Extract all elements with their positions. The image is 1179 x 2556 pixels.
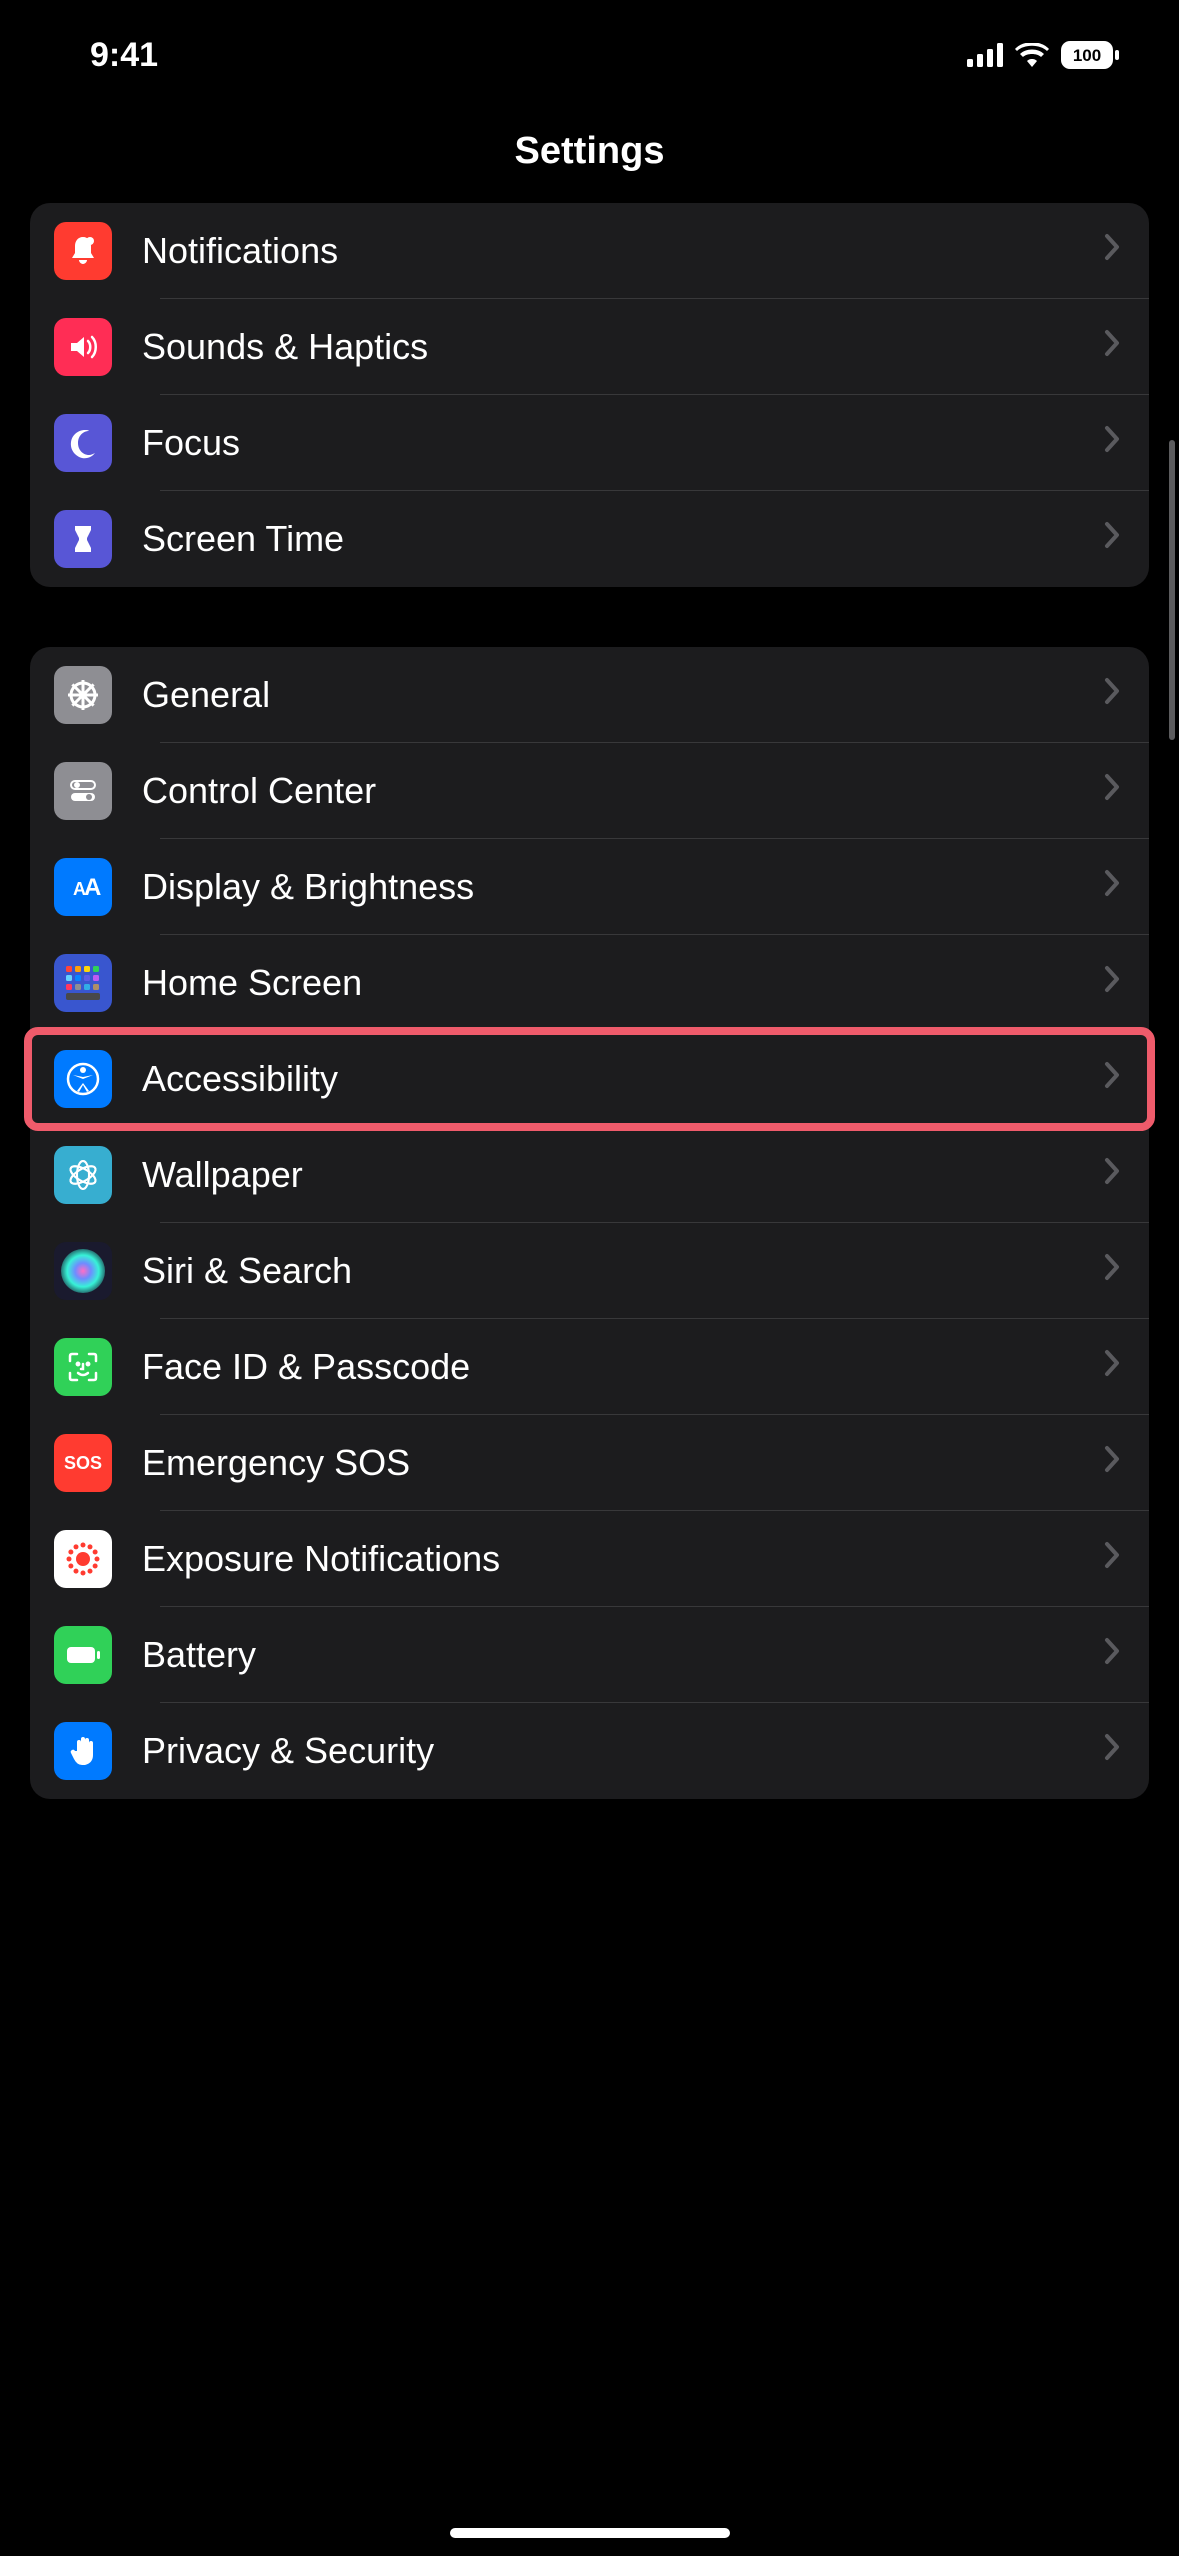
row-label: General <box>142 674 1103 716</box>
status-time: 9:41 <box>90 36 158 75</box>
chevron-right-icon <box>1103 1348 1121 1386</box>
siri-search-icon <box>54 1242 112 1300</box>
chevron-right-icon <box>1103 1060 1121 1098</box>
accessibility-icon <box>54 1050 112 1108</box>
settings-row-general[interactable]: General <box>30 647 1149 743</box>
chevron-right-icon <box>1103 520 1121 558</box>
screen-time-icon <box>54 510 112 568</box>
wifi-icon <box>1015 43 1049 67</box>
row-label: Battery <box>142 1634 1103 1676</box>
row-label: Siri & Search <box>142 1250 1103 1292</box>
row-label: Notifications <box>142 230 1103 272</box>
svg-text:100: 100 <box>1073 46 1101 65</box>
settings-row-emergency-sos[interactable]: SOS Emergency SOS <box>30 1415 1149 1511</box>
privacy-security-icon <box>54 1722 112 1780</box>
chevron-right-icon <box>1103 1732 1121 1770</box>
settings-row-exposure-notifications[interactable]: Exposure Notifications <box>30 1511 1149 1607</box>
row-label: Face ID & Passcode <box>142 1346 1103 1388</box>
focus-icon <box>54 414 112 472</box>
home-indicator[interactable] <box>450 2528 730 2538</box>
chevron-right-icon <box>1103 1636 1121 1674</box>
chevron-right-icon <box>1103 424 1121 462</box>
page-title: Settings <box>0 130 1179 173</box>
svg-text:A: A <box>84 874 101 901</box>
emergency-sos-icon: SOS <box>54 1434 112 1492</box>
wallpaper-icon <box>54 1146 112 1204</box>
chevron-right-icon <box>1103 772 1121 810</box>
row-label: Accessibility <box>142 1058 1103 1100</box>
svg-text:SOS: SOS <box>64 1453 102 1473</box>
row-label: Display & Brightness <box>142 866 1103 908</box>
settings-row-privacy-security[interactable]: Privacy & Security <box>30 1703 1149 1799</box>
chevron-right-icon <box>1103 328 1121 366</box>
settings-row-wallpaper[interactable]: Wallpaper <box>30 1127 1149 1223</box>
settings-row-focus[interactable]: Focus <box>30 395 1149 491</box>
row-label: Focus <box>142 422 1103 464</box>
settings-row-battery[interactable]: Battery <box>30 1607 1149 1703</box>
settings-row-siri-search[interactable]: Siri & Search <box>30 1223 1149 1319</box>
group-general: General Control Center AA Display & Brightn… <box>30 647 1149 1799</box>
settings-row-screen-time[interactable]: Screen Time <box>30 491 1149 587</box>
display-brightness-icon: AA <box>54 858 112 916</box>
row-label: Exposure Notifications <box>142 1538 1103 1580</box>
chevron-right-icon <box>1103 1156 1121 1194</box>
settings-row-display-brightness[interactable]: AA Display & Brightness <box>30 839 1149 935</box>
status-bar: 9:41 100 <box>0 0 1179 110</box>
chevron-right-icon <box>1103 1540 1121 1578</box>
battery-icon: 100 <box>1061 41 1119 69</box>
chevron-right-icon <box>1103 232 1121 270</box>
settings-row-faceid-passcode[interactable]: Face ID & Passcode <box>30 1319 1149 1415</box>
settings-row-control-center[interactable]: Control Center <box>30 743 1149 839</box>
faceid-passcode-icon <box>54 1338 112 1396</box>
row-label: Control Center <box>142 770 1103 812</box>
settings-row-notifications[interactable]: Notifications <box>30 203 1149 299</box>
settings-row-accessibility[interactable]: Accessibility <box>30 1031 1149 1127</box>
notifications-icon <box>54 222 112 280</box>
chevron-right-icon <box>1103 964 1121 1002</box>
chevron-right-icon <box>1103 1444 1121 1482</box>
row-label: Screen Time <box>142 518 1103 560</box>
settings-row-sounds-haptics[interactable]: Sounds & Haptics <box>30 299 1149 395</box>
settings-row-home-screen[interactable]: Home Screen <box>30 935 1149 1031</box>
home-screen-icon <box>54 954 112 1012</box>
row-label: Emergency SOS <box>142 1442 1103 1484</box>
chevron-right-icon <box>1103 868 1121 906</box>
row-label: Wallpaper <box>142 1154 1103 1196</box>
group-notifications: Notifications Sounds & Haptics Focus Screen… <box>30 203 1149 587</box>
signal-icon <box>967 43 1003 67</box>
general-icon <box>54 666 112 724</box>
row-label: Home Screen <box>142 962 1103 1004</box>
chevron-right-icon <box>1103 676 1121 714</box>
chevron-right-icon <box>1103 1252 1121 1290</box>
row-label: Sounds & Haptics <box>142 326 1103 368</box>
status-right: 100 <box>967 41 1119 69</box>
page-header: Settings <box>0 110 1179 203</box>
row-label: Privacy & Security <box>142 1730 1103 1772</box>
battery-icon <box>54 1626 112 1684</box>
sounds-haptics-icon <box>54 318 112 376</box>
exposure-notifications-icon <box>54 1530 112 1588</box>
scrollbar-indicator[interactable] <box>1169 440 1175 740</box>
settings-content: Notifications Sounds & Haptics Focus Screen… <box>0 203 1179 1799</box>
control-center-icon <box>54 762 112 820</box>
